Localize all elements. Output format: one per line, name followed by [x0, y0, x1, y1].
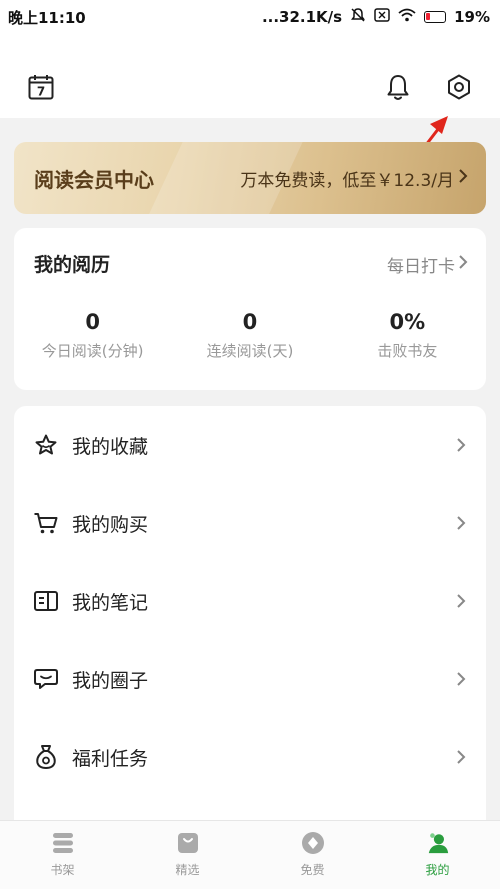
wifi-icon: [398, 8, 416, 26]
diamond-icon: [301, 831, 325, 855]
header-bar: 7: [0, 34, 500, 118]
daily-checkin-link[interactable]: 每日打卡: [387, 252, 468, 277]
menu-list: 我的收藏 我的购买 我的笔记 我的圈子 福利任务: [14, 406, 486, 826]
star-icon: [32, 431, 60, 459]
stat-label: 今日阅读(分钟): [41, 342, 144, 360]
stat-value: 0: [85, 310, 100, 334]
stat-beat-readers[interactable]: 0% 击败书友: [329, 310, 486, 361]
tab-mine[interactable]: 我的: [375, 821, 500, 889]
tab-label: 我的: [425, 863, 450, 877]
reading-record-title: 我的阅历: [34, 254, 111, 276]
chevron-right-icon: [454, 747, 468, 767]
battery-percent: 19%: [454, 8, 490, 26]
stat-consecutive-days[interactable]: 0 连续阅读(天): [171, 310, 328, 361]
vip-membership-banner[interactable]: 阅读会员中心 万本免费读，低至￥12.3/月: [14, 142, 486, 214]
menu-item-label: 我的购买: [72, 513, 149, 536]
vip-title: 阅读会员中心: [34, 167, 154, 192]
menu-item-label: 我的笔记: [72, 591, 149, 614]
settings-icon[interactable]: [442, 70, 476, 104]
shopping-bag-icon: [176, 831, 200, 855]
status-time: 晚上11:10: [8, 8, 86, 27]
vip-promo-text: 万本免费读，低至￥12.3/月: [240, 170, 454, 191]
money-bag-icon: [32, 743, 60, 771]
menu-item-purchases[interactable]: 我的购买: [14, 484, 486, 562]
network-speed: ...32.1K/s: [261, 8, 343, 26]
chevron-right-icon: [458, 168, 468, 189]
status-indicators: ...32.1K/s 19%: [262, 7, 490, 27]
stat-value: 0: [242, 310, 258, 334]
mute-icon: [350, 7, 366, 27]
daily-checkin-label: 每日打卡: [387, 257, 455, 277]
bell-icon[interactable]: [381, 70, 415, 104]
calendar-day: 7: [37, 85, 45, 99]
chevron-right-icon: [458, 254, 468, 275]
chevron-right-icon: [454, 669, 468, 689]
stat-label: 连续阅读(天): [206, 342, 294, 360]
tab-label: 书架: [50, 863, 75, 877]
menu-item-circles[interactable]: 我的圈子: [14, 640, 486, 718]
cart-icon: [32, 509, 60, 537]
menu-item-label: 我的收藏: [72, 435, 149, 458]
calendar-icon[interactable]: 7: [24, 70, 58, 104]
stat-today-minutes[interactable]: 0 今日阅读(分钟): [14, 310, 171, 361]
menu-item-notes[interactable]: 我的笔记: [14, 562, 486, 640]
menu-item-favorites[interactable]: 我的收藏: [14, 406, 486, 484]
vip-promo: 万本免费读，低至￥12.3/月: [240, 166, 468, 191]
sim-icon: [374, 8, 390, 26]
stat-label: 击败书友: [377, 342, 438, 360]
reading-record-card: 我的阅历 每日打卡 0 今日阅读(分钟) 0 连续阅读(天) 0% 击败书友: [14, 228, 486, 390]
tab-label: 精选: [175, 863, 200, 877]
tab-bookshelf[interactable]: 书架: [0, 821, 125, 889]
tab-featured[interactable]: 精选: [125, 821, 250, 889]
status-bar: 晚上11:10 ...32.1K/s 19%: [0, 0, 500, 34]
tab-free[interactable]: 免费: [250, 821, 375, 889]
notebook-icon: [32, 587, 60, 615]
chevron-right-icon: [454, 435, 468, 455]
battery-icon: [424, 11, 447, 23]
reading-stats: 0 今日阅读(分钟) 0 连续阅读(天) 0% 击败书友: [14, 310, 486, 361]
chevron-right-icon: [454, 513, 468, 533]
chat-bubble-icon: [32, 665, 60, 693]
bookshelf-icon: [51, 831, 75, 855]
tab-label: 免费: [300, 863, 325, 877]
menu-item-label: 福利任务: [72, 747, 149, 770]
bottom-tab-bar: 书架 精选 免费 我的: [0, 820, 500, 889]
menu-item-label: 我的圈子: [72, 669, 149, 692]
chevron-right-icon: [454, 591, 468, 611]
profile-icon: [426, 831, 450, 855]
menu-item-welfare-tasks[interactable]: 福利任务: [14, 718, 486, 796]
stat-value: 0%: [389, 310, 426, 334]
